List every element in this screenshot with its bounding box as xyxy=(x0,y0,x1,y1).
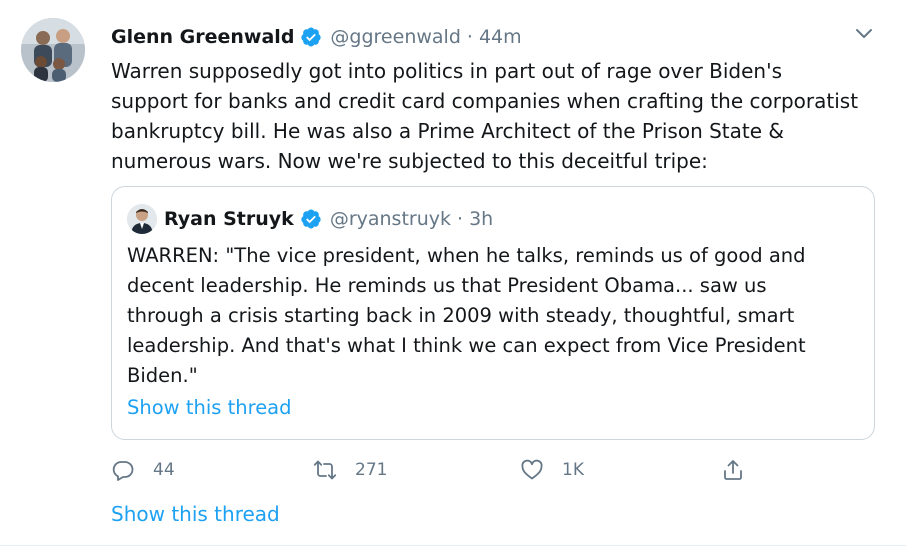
quoted-header-separator: · xyxy=(457,208,464,230)
tweet-timestamp[interactable]: 44m xyxy=(479,26,522,48)
tweet-actions: 44 271 1K xyxy=(111,455,771,485)
quoted-show-thread-link[interactable]: Show this thread xyxy=(127,396,292,419)
verified-badge-icon xyxy=(301,209,321,229)
header-separator: · xyxy=(466,26,473,48)
reply-button[interactable]: 44 xyxy=(111,455,175,485)
show-thread-link[interactable]: Show this thread xyxy=(111,502,280,526)
reply-icon xyxy=(112,461,134,481)
verified-badge-icon xyxy=(301,27,322,47)
retweet-count: 271 xyxy=(355,460,388,480)
tweet[interactable]: Glenn Greenwald @ggreenwald · 44m Warren… xyxy=(0,0,906,546)
like-button[interactable]: 1K xyxy=(520,455,584,485)
chevron-down-icon[interactable] xyxy=(852,24,876,44)
reply-count: 44 xyxy=(153,460,175,480)
quoted-tweet-header: Ryan Struyk @ryanstruyk · 3h xyxy=(164,204,493,234)
quoted-author-avatar xyxy=(127,204,157,234)
author-handle[interactable]: @ggreenwald xyxy=(330,26,460,48)
retweet-icon xyxy=(313,460,337,480)
author-name[interactable]: Glenn Greenwald xyxy=(111,26,294,48)
quoted-tweet[interactable]: Ryan Struyk @ryanstruyk · 3h WARREN: "Th… xyxy=(111,186,875,440)
tweet-header: Glenn Greenwald @ggreenwald · 44m xyxy=(111,22,522,52)
share-icon xyxy=(724,460,742,480)
tweet-text: Warren supposedly got into politics in p… xyxy=(111,59,859,173)
quoted-tweet-timestamp: 3h xyxy=(469,208,494,230)
retweet-button[interactable]: 271 xyxy=(313,455,387,485)
author-avatar[interactable] xyxy=(21,18,85,82)
like-icon xyxy=(521,459,543,480)
quoted-author-name: Ryan Struyk xyxy=(164,208,294,230)
quoted-author-handle: @ryanstruyk xyxy=(329,208,452,230)
quoted-tweet-text: WARREN: "The vice president, when he tal… xyxy=(127,244,806,387)
share-button[interactable] xyxy=(721,455,745,485)
like-count: 1K xyxy=(562,460,584,480)
